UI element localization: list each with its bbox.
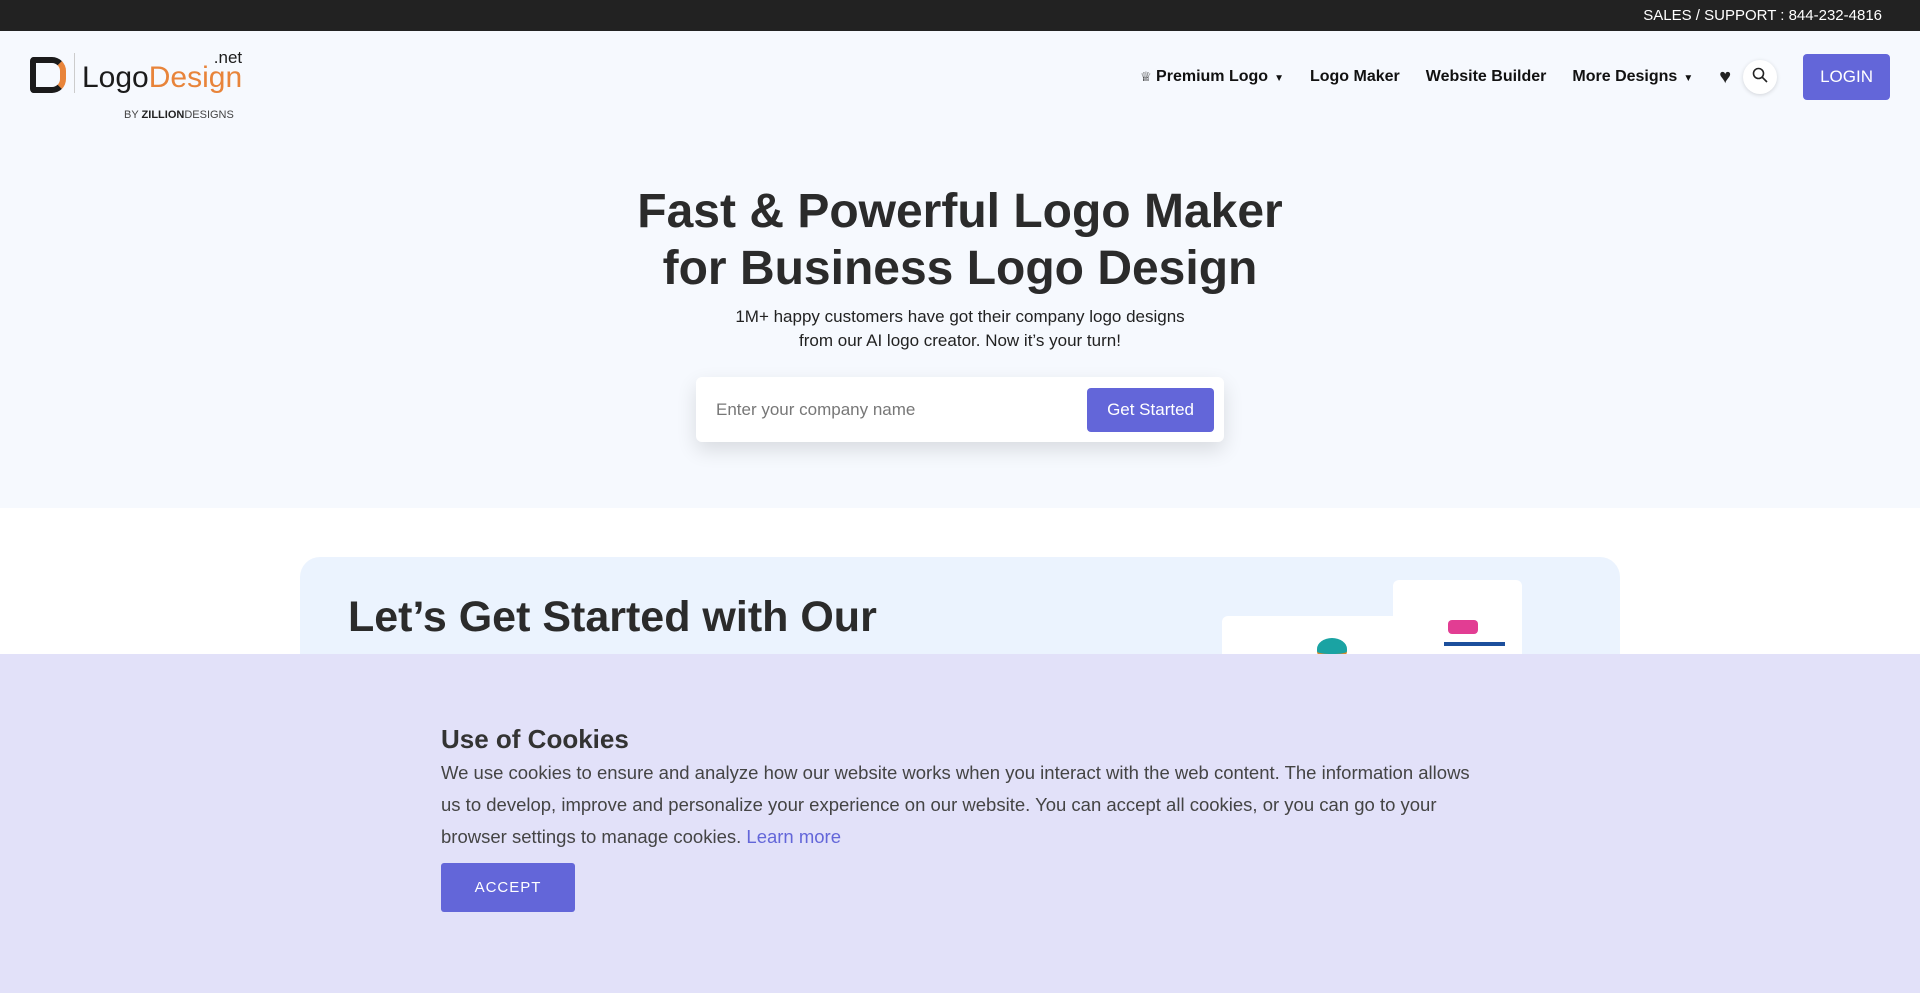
hero-title: Fast & Powerful Logo Maker for Business L… [637,185,1283,295]
heart-icon[interactable]: ♥ [1719,66,1731,89]
support-phone: SALES / SUPPORT : 844-232-4816 [1643,7,1882,24]
search-button[interactable] [1743,60,1778,94]
nav-logo-maker[interactable]: Logo Maker [1310,68,1400,86]
logo-byline: BY ZILLIONDESIGNS [124,109,234,121]
logo-wordmark: LogoDesign .net [82,48,243,94]
logo[interactable]: LogoDesign .net BY ZILLIONDESIGNS [30,48,243,121]
logo-mark-icon [30,57,66,93]
cat-logo-image [1448,620,1478,634]
nav-premium-logo[interactable]: ♕ Premium Logo ▼ [1140,68,1284,86]
logo-bar [1443,642,1505,646]
get-started-button[interactable]: Get Started [1087,387,1214,432]
company-name-input[interactable] [716,399,1088,420]
hero-subtitle: 1M+ happy customers have got their compa… [735,307,1185,350]
crown-icon: ♕ [1139,69,1152,84]
logo-divider [74,53,75,93]
header: LogoDesign .net BY ZILLIONDESIGNS ♕ Premi… [0,31,1920,121]
company-name-form: Get Started [696,377,1224,442]
learn-more-link[interactable]: Learn more [746,826,841,847]
hero: Fast & Powerful Logo Maker for Business L… [0,121,1920,508]
nav-more-designs[interactable]: More Designs ▼ [1572,68,1693,86]
section-title: Let’s Get Started with Our [348,593,877,641]
cookie-title: Use of Cookies [441,724,629,754]
login-button[interactable]: LOGIN [1803,54,1890,100]
search-icon [1752,67,1768,88]
main-nav: ♕ Premium Logo ▼ Logo Maker Website Build… [1140,54,1890,100]
cookie-banner: Use of Cookies We use cookies to ensure … [0,654,1920,993]
cookie-text: We use cookies to ensure and analyze how… [441,762,1470,847]
top-bar: SALES / SUPPORT : 844-232-4816 [0,0,1920,31]
nav-website-builder[interactable]: Website Builder [1426,68,1547,86]
chevron-down-icon: ▼ [1683,73,1694,84]
chevron-down-icon: ▼ [1274,73,1284,84]
accept-cookies-button[interactable]: ACCEPT [441,863,575,912]
